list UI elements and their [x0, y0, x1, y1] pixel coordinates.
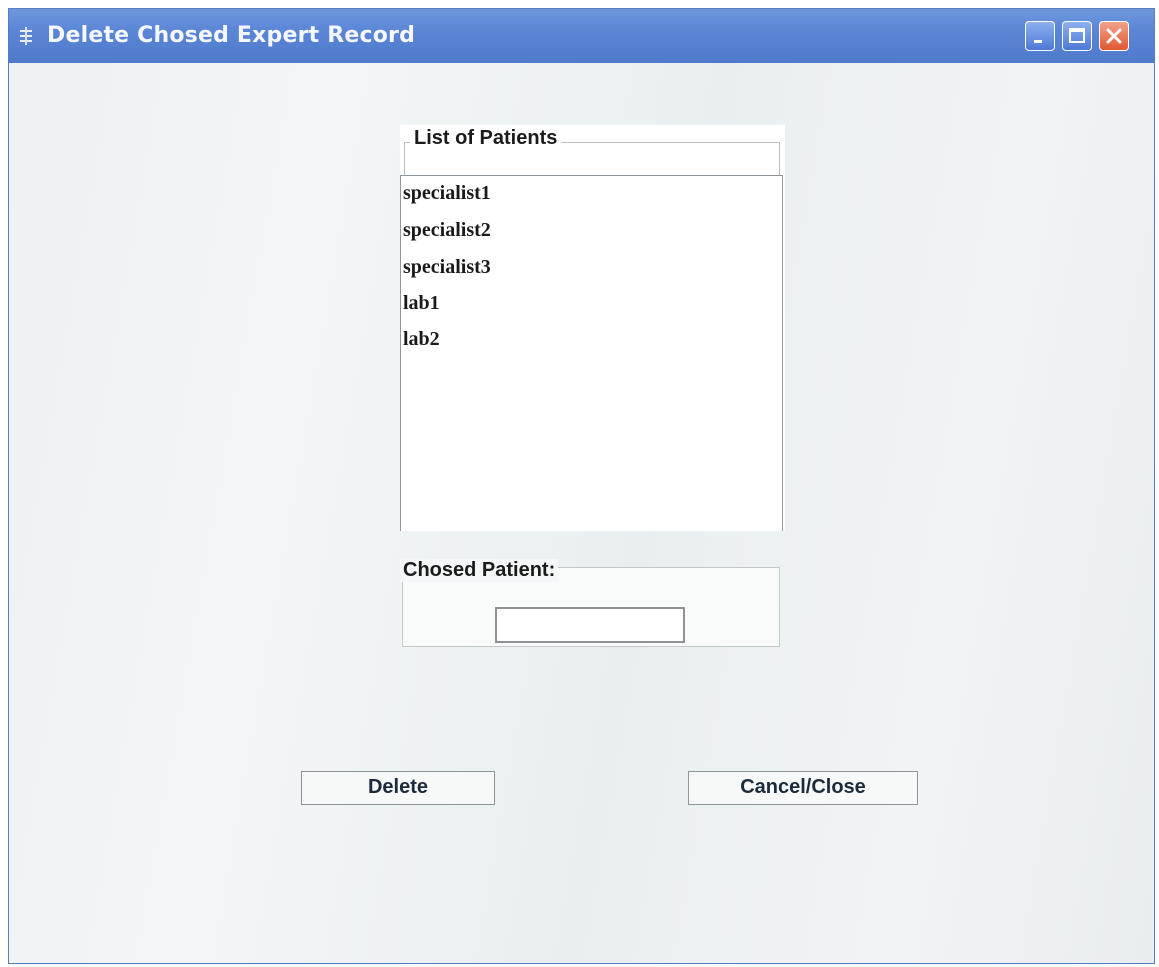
- close-button[interactable]: [1099, 21, 1129, 51]
- patients-list-title: List of Patients: [410, 127, 562, 150]
- maximize-icon: [1069, 28, 1085, 43]
- list-item[interactable]: specialist2: [403, 219, 491, 242]
- list-item[interactable]: lab2: [403, 328, 440, 351]
- chosen-patient-field[interactable]: [495, 607, 685, 643]
- list-item[interactable]: specialist3: [403, 256, 491, 279]
- cancel-close-button[interactable]: Cancel/Close: [688, 771, 918, 805]
- list-item[interactable]: specialist1: [403, 182, 491, 205]
- patients-list-panel: List of Patients specialist1 specialist2…: [400, 125, 785, 531]
- java-app-icon: [19, 27, 33, 45]
- window-title: Delete Chosed Expert Record: [47, 23, 416, 48]
- minimize-button[interactable]: [1025, 21, 1055, 51]
- window-content: List of Patients specialist1 specialist2…: [9, 63, 1154, 963]
- title-bar[interactable]: Delete Chosed Expert Record: [9, 9, 1154, 63]
- delete-button[interactable]: Delete: [301, 771, 495, 805]
- chosen-patient-title: Chosed Patient:: [400, 559, 559, 582]
- close-icon: [1106, 28, 1122, 44]
- list-item[interactable]: lab1: [403, 292, 440, 315]
- maximize-button[interactable]: [1062, 21, 1092, 51]
- app-window: Delete Chosed Expert Record List of Pati…: [8, 8, 1155, 964]
- minimize-icon: [1034, 40, 1042, 43]
- patients-listbox[interactable]: specialist1 specialist2 specialist3 lab1…: [400, 175, 783, 531]
